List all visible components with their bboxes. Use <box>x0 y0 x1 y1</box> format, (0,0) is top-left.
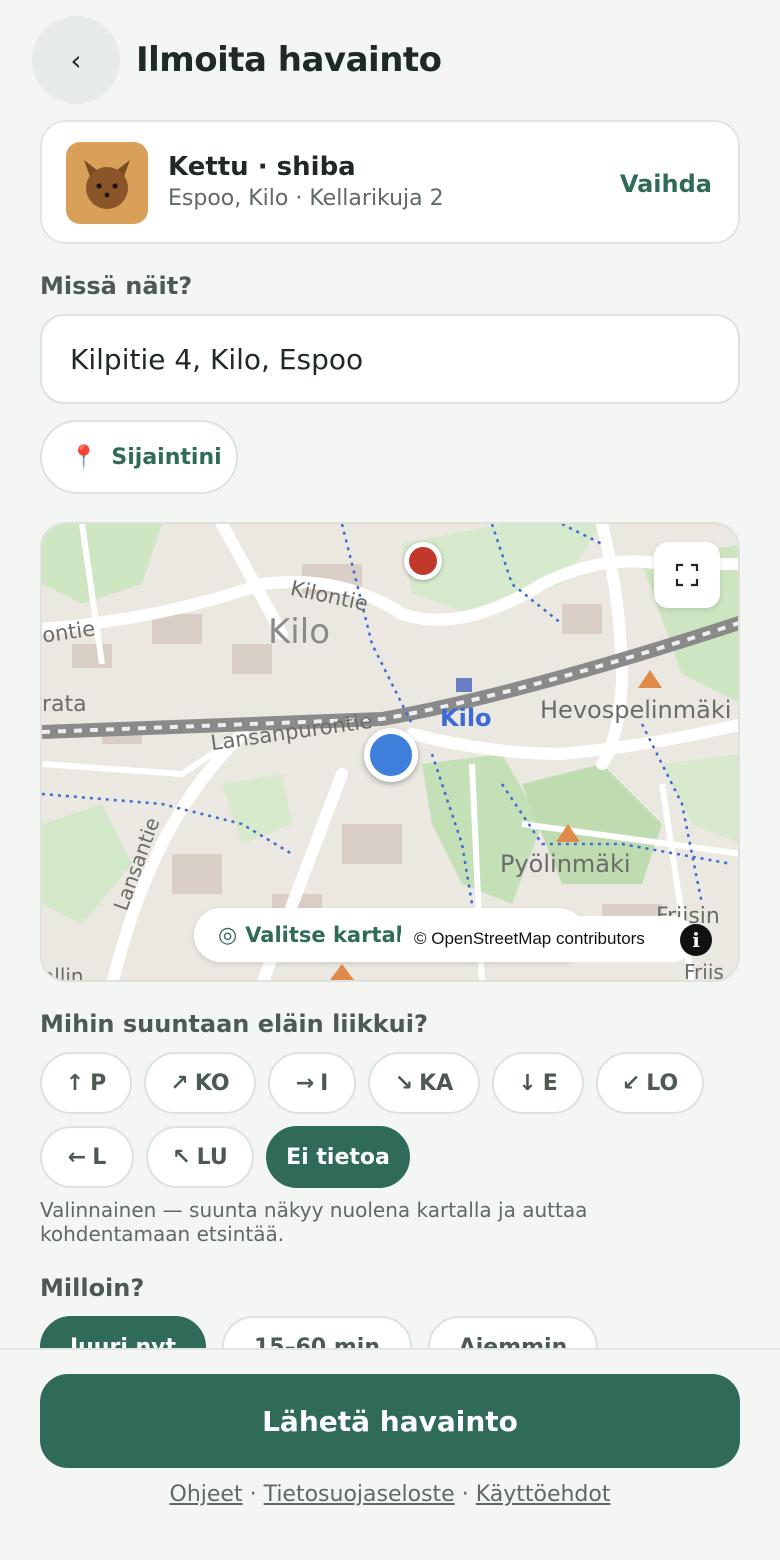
arrow-down-right-icon: ↘ <box>394 1070 414 1096</box>
map-label: Hevospelinmäki <box>540 696 732 724</box>
map-label: allin <box>42 964 84 982</box>
when-label: Milloin? <box>40 1274 145 1302</box>
direction-chip-unknown[interactable]: Ei tietoa <box>266 1126 410 1188</box>
chip-label: LU <box>196 1144 228 1170</box>
map[interactable]: Kilontie Kilo Kilo ontie rata Lansanpuro… <box>40 522 740 982</box>
footer-links: Ohjeet · Tietosuojaseloste · Käyttöehdot <box>0 1482 780 1507</box>
chip-label: KA <box>419 1070 454 1096</box>
chip-label: KO <box>194 1070 230 1096</box>
direction-hint: Valinnainen — suunta näkyy nuolena karta… <box>40 1198 588 1246</box>
arrow-down-left-icon: ↙ <box>621 1070 641 1096</box>
target-icon: ◎ <box>218 922 238 948</box>
arrow-right-icon: → <box>295 1070 315 1096</box>
help-link[interactable]: Ohjeet <box>170 1482 243 1507</box>
arrow-down-icon: ↓ <box>518 1070 537 1096</box>
my-location-button[interactable]: 📍 Sijaintini <box>40 420 238 494</box>
direction-chip-ko[interactable]: ↗ KO <box>144 1052 256 1114</box>
arrow-up-icon: ↑ <box>65 1070 85 1096</box>
map-attribution[interactable]: © OpenStreetMap contributors <box>400 916 695 962</box>
separator: · <box>454 1482 476 1507</box>
arrow-left-icon: ← <box>67 1144 87 1170</box>
direction-chip-l[interactable]: ← L <box>40 1126 134 1188</box>
chevron-left-icon: ‹ <box>70 43 82 77</box>
chip-label: LO <box>646 1070 679 1096</box>
my-location-label: Sijaintini <box>111 444 222 470</box>
separator: · <box>242 1482 264 1507</box>
pet-card: Kettu · shiba Espoo, Kilo · Kellarikuja … <box>40 120 740 244</box>
map-label: Kilo <box>440 704 492 732</box>
pet-location: Espoo, Kilo · Kellarikuja 2 <box>168 186 444 211</box>
map-label: Kilo <box>268 612 330 652</box>
where-label: Missä näit? <box>40 272 193 300</box>
pet-avatar <box>66 142 148 224</box>
chip-label: I <box>320 1070 329 1096</box>
submit-button[interactable]: Lähetä havainto <box>40 1374 740 1468</box>
direction-chip-lo[interactable]: ↙ LO <box>596 1052 704 1114</box>
privacy-link[interactable]: Tietosuojaseloste <box>264 1482 455 1507</box>
info-icon[interactable]: i <box>680 924 712 956</box>
change-pet-link[interactable]: Vaihda <box>620 170 712 198</box>
chip-label: P <box>90 1070 107 1096</box>
arrow-up-left-icon: ↖ <box>172 1144 191 1170</box>
pin-icon: 📍 <box>70 444 98 470</box>
direction-chip-e[interactable]: ↓ E <box>492 1052 584 1114</box>
chip-label: E <box>542 1070 558 1096</box>
fullscreen-button[interactable] <box>654 542 720 608</box>
reported-marker[interactable] <box>404 542 442 580</box>
direction-chip-lu[interactable]: ↖ LU <box>146 1126 254 1188</box>
chip-label: L <box>92 1144 107 1170</box>
bottom-bar: Lähetä havainto Ohjeet · Tietosuojaselos… <box>0 1348 780 1560</box>
pet-name: Kettu · shiba <box>168 152 356 182</box>
direction-chip-ka[interactable]: ↘ KA <box>368 1052 480 1114</box>
direction-chip-p[interactable]: ↑ P <box>40 1052 132 1114</box>
direction-chip-i[interactable]: → I <box>268 1052 356 1114</box>
map-label: Friis <box>684 960 724 982</box>
address-input[interactable] <box>40 314 740 404</box>
map-label: rata <box>42 692 87 717</box>
fullscreen-icon <box>675 563 699 587</box>
map-label: Pyölinmäki <box>500 850 631 878</box>
page-title: Ilmoita havainto <box>136 40 442 80</box>
back-button[interactable]: ‹ <box>32 16 120 104</box>
terms-link[interactable]: Käyttöehdot <box>476 1482 611 1507</box>
arrow-up-right-icon: ↗ <box>170 1070 189 1096</box>
direction-label: Mihin suuntaan eläin liikkui? <box>40 1010 428 1038</box>
current-location-marker[interactable] <box>364 728 418 782</box>
chip-label: Ei tietoa <box>286 1144 390 1170</box>
